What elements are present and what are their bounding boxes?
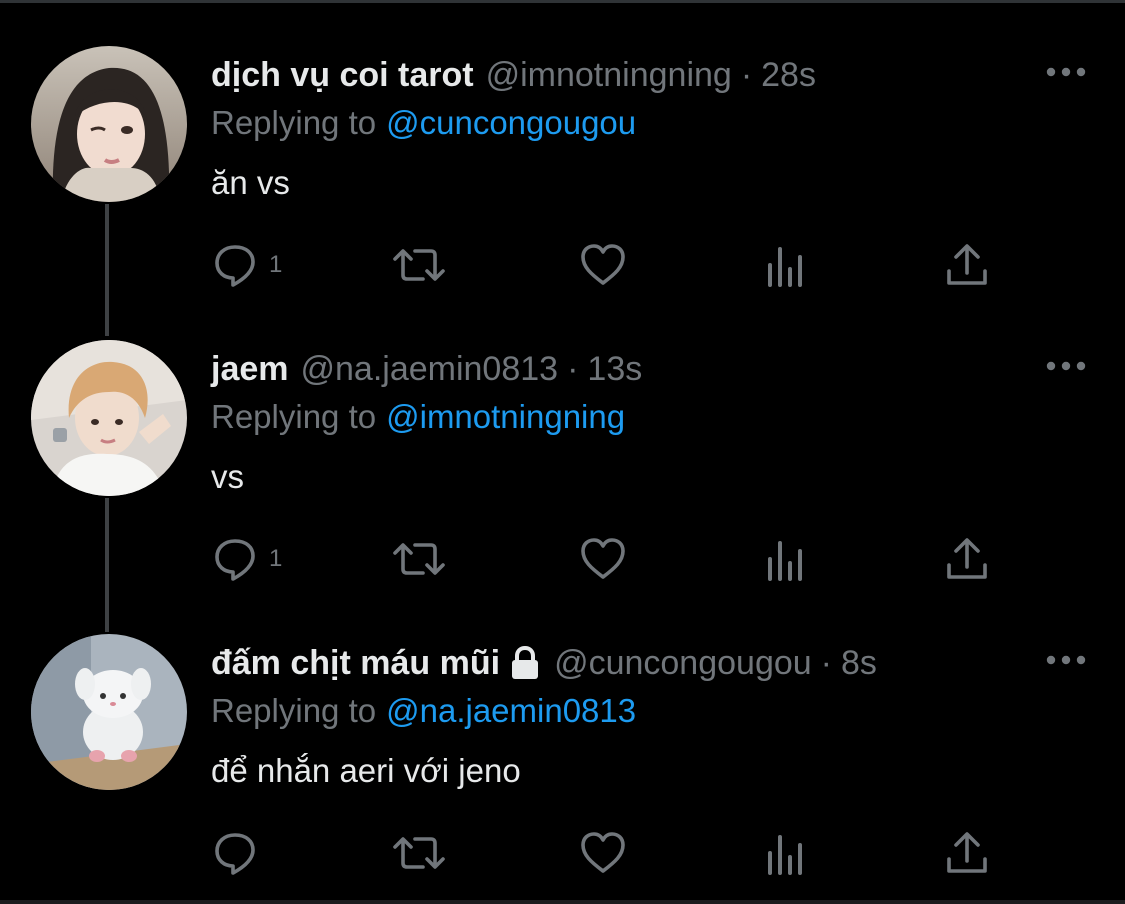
display-name[interactable]: jaem xyxy=(211,350,289,389)
reply-button[interactable] xyxy=(211,828,269,878)
user-handle[interactable]: @imnotningning xyxy=(486,56,732,95)
tweet-text: ăn vs xyxy=(211,164,290,201)
like-icon xyxy=(579,241,627,289)
share-button[interactable] xyxy=(945,828,989,878)
avatar[interactable] xyxy=(31,340,187,496)
views-button[interactable] xyxy=(765,240,809,290)
share-icon xyxy=(945,535,989,583)
replying-to-mention[interactable]: @cuncongougou xyxy=(386,104,636,141)
timestamp[interactable]: 28s xyxy=(761,56,816,95)
retweet-button[interactable] xyxy=(391,240,447,290)
views-icon xyxy=(765,829,809,877)
replying-to-label: Replying to xyxy=(211,398,377,435)
retweet-icon xyxy=(391,535,447,583)
tweet-actions: 1 xyxy=(211,534,1011,584)
share-button[interactable] xyxy=(945,534,989,584)
separator-dot: · xyxy=(820,643,832,682)
avatar[interactable] xyxy=(31,634,187,790)
tweet-actions xyxy=(211,828,1011,878)
tweet[interactable]: dịch vụ coi tarot @imnotningning · 28s R… xyxy=(0,0,1125,294)
display-name[interactable]: dịch vụ coi tarot xyxy=(211,56,474,95)
like-button[interactable] xyxy=(579,828,627,878)
replying-to-label: Replying to xyxy=(211,104,377,141)
more-icon[interactable] xyxy=(1045,650,1087,670)
user-handle[interactable]: @cuncongougou xyxy=(554,644,812,683)
tweet[interactable]: đấm chịt máu mũi @cuncongougou · 8s Repl… xyxy=(0,588,1125,882)
like-icon xyxy=(579,829,627,877)
reply-button[interactable]: 1 xyxy=(211,240,282,290)
tweet-header: jaem @na.jaemin0813 · 13s xyxy=(211,346,642,392)
timestamp[interactable]: 13s xyxy=(587,350,642,389)
like-icon xyxy=(579,535,627,583)
more-icon[interactable] xyxy=(1045,356,1087,376)
tweet-text: vs xyxy=(211,458,244,495)
lock-icon xyxy=(508,645,542,681)
share-icon xyxy=(945,829,989,877)
replying-to-line: Replying to @imnotningning xyxy=(211,398,625,436)
display-name[interactable]: đấm chịt máu mũi xyxy=(211,644,500,683)
replying-to-mention[interactable]: @na.jaemin0813 xyxy=(386,692,636,729)
separator-dot: · xyxy=(567,349,579,388)
share-icon xyxy=(945,241,989,289)
tweet-header: dịch vụ coi tarot @imnotningning · 28s xyxy=(211,52,816,98)
views-icon xyxy=(765,241,809,289)
share-button[interactable] xyxy=(945,240,989,290)
reply-count: 1 xyxy=(269,545,283,572)
reply-icon xyxy=(211,241,259,289)
replying-to-line: Replying to @cuncongougou xyxy=(211,104,636,142)
views-icon xyxy=(765,535,809,583)
replying-to-label: Replying to xyxy=(211,692,377,729)
user-handle[interactable]: @na.jaemin0813 xyxy=(301,350,559,389)
retweet-icon xyxy=(391,241,447,289)
tweet-actions: 1 xyxy=(211,240,1011,290)
replying-to-mention[interactable]: @imnotningning xyxy=(386,398,625,435)
reply-icon xyxy=(211,535,259,583)
reply-button[interactable]: 1 xyxy=(211,534,282,584)
like-button[interactable] xyxy=(579,240,627,290)
tweet-header: đấm chịt máu mũi @cuncongougou · 8s xyxy=(211,640,877,686)
tweet[interactable]: jaem @na.jaemin0813 · 13s Replying to @im… xyxy=(0,294,1125,588)
views-button[interactable] xyxy=(765,534,809,584)
replying-to-line: Replying to @na.jaemin0813 xyxy=(211,692,636,730)
like-button[interactable] xyxy=(579,534,627,584)
views-button[interactable] xyxy=(765,828,809,878)
reply-count: 1 xyxy=(269,251,283,278)
avatar[interactable] xyxy=(31,46,187,202)
more-icon[interactable] xyxy=(1045,62,1087,82)
bottom-divider xyxy=(0,900,1125,904)
separator-dot: · xyxy=(740,55,753,94)
retweet-icon xyxy=(391,829,447,877)
timestamp[interactable]: 8s xyxy=(841,644,877,683)
tweet-text: để nhắn aeri với jeno xyxy=(211,752,521,789)
retweet-button[interactable] xyxy=(391,828,447,878)
reply-icon xyxy=(211,829,259,877)
retweet-button[interactable] xyxy=(391,534,447,584)
